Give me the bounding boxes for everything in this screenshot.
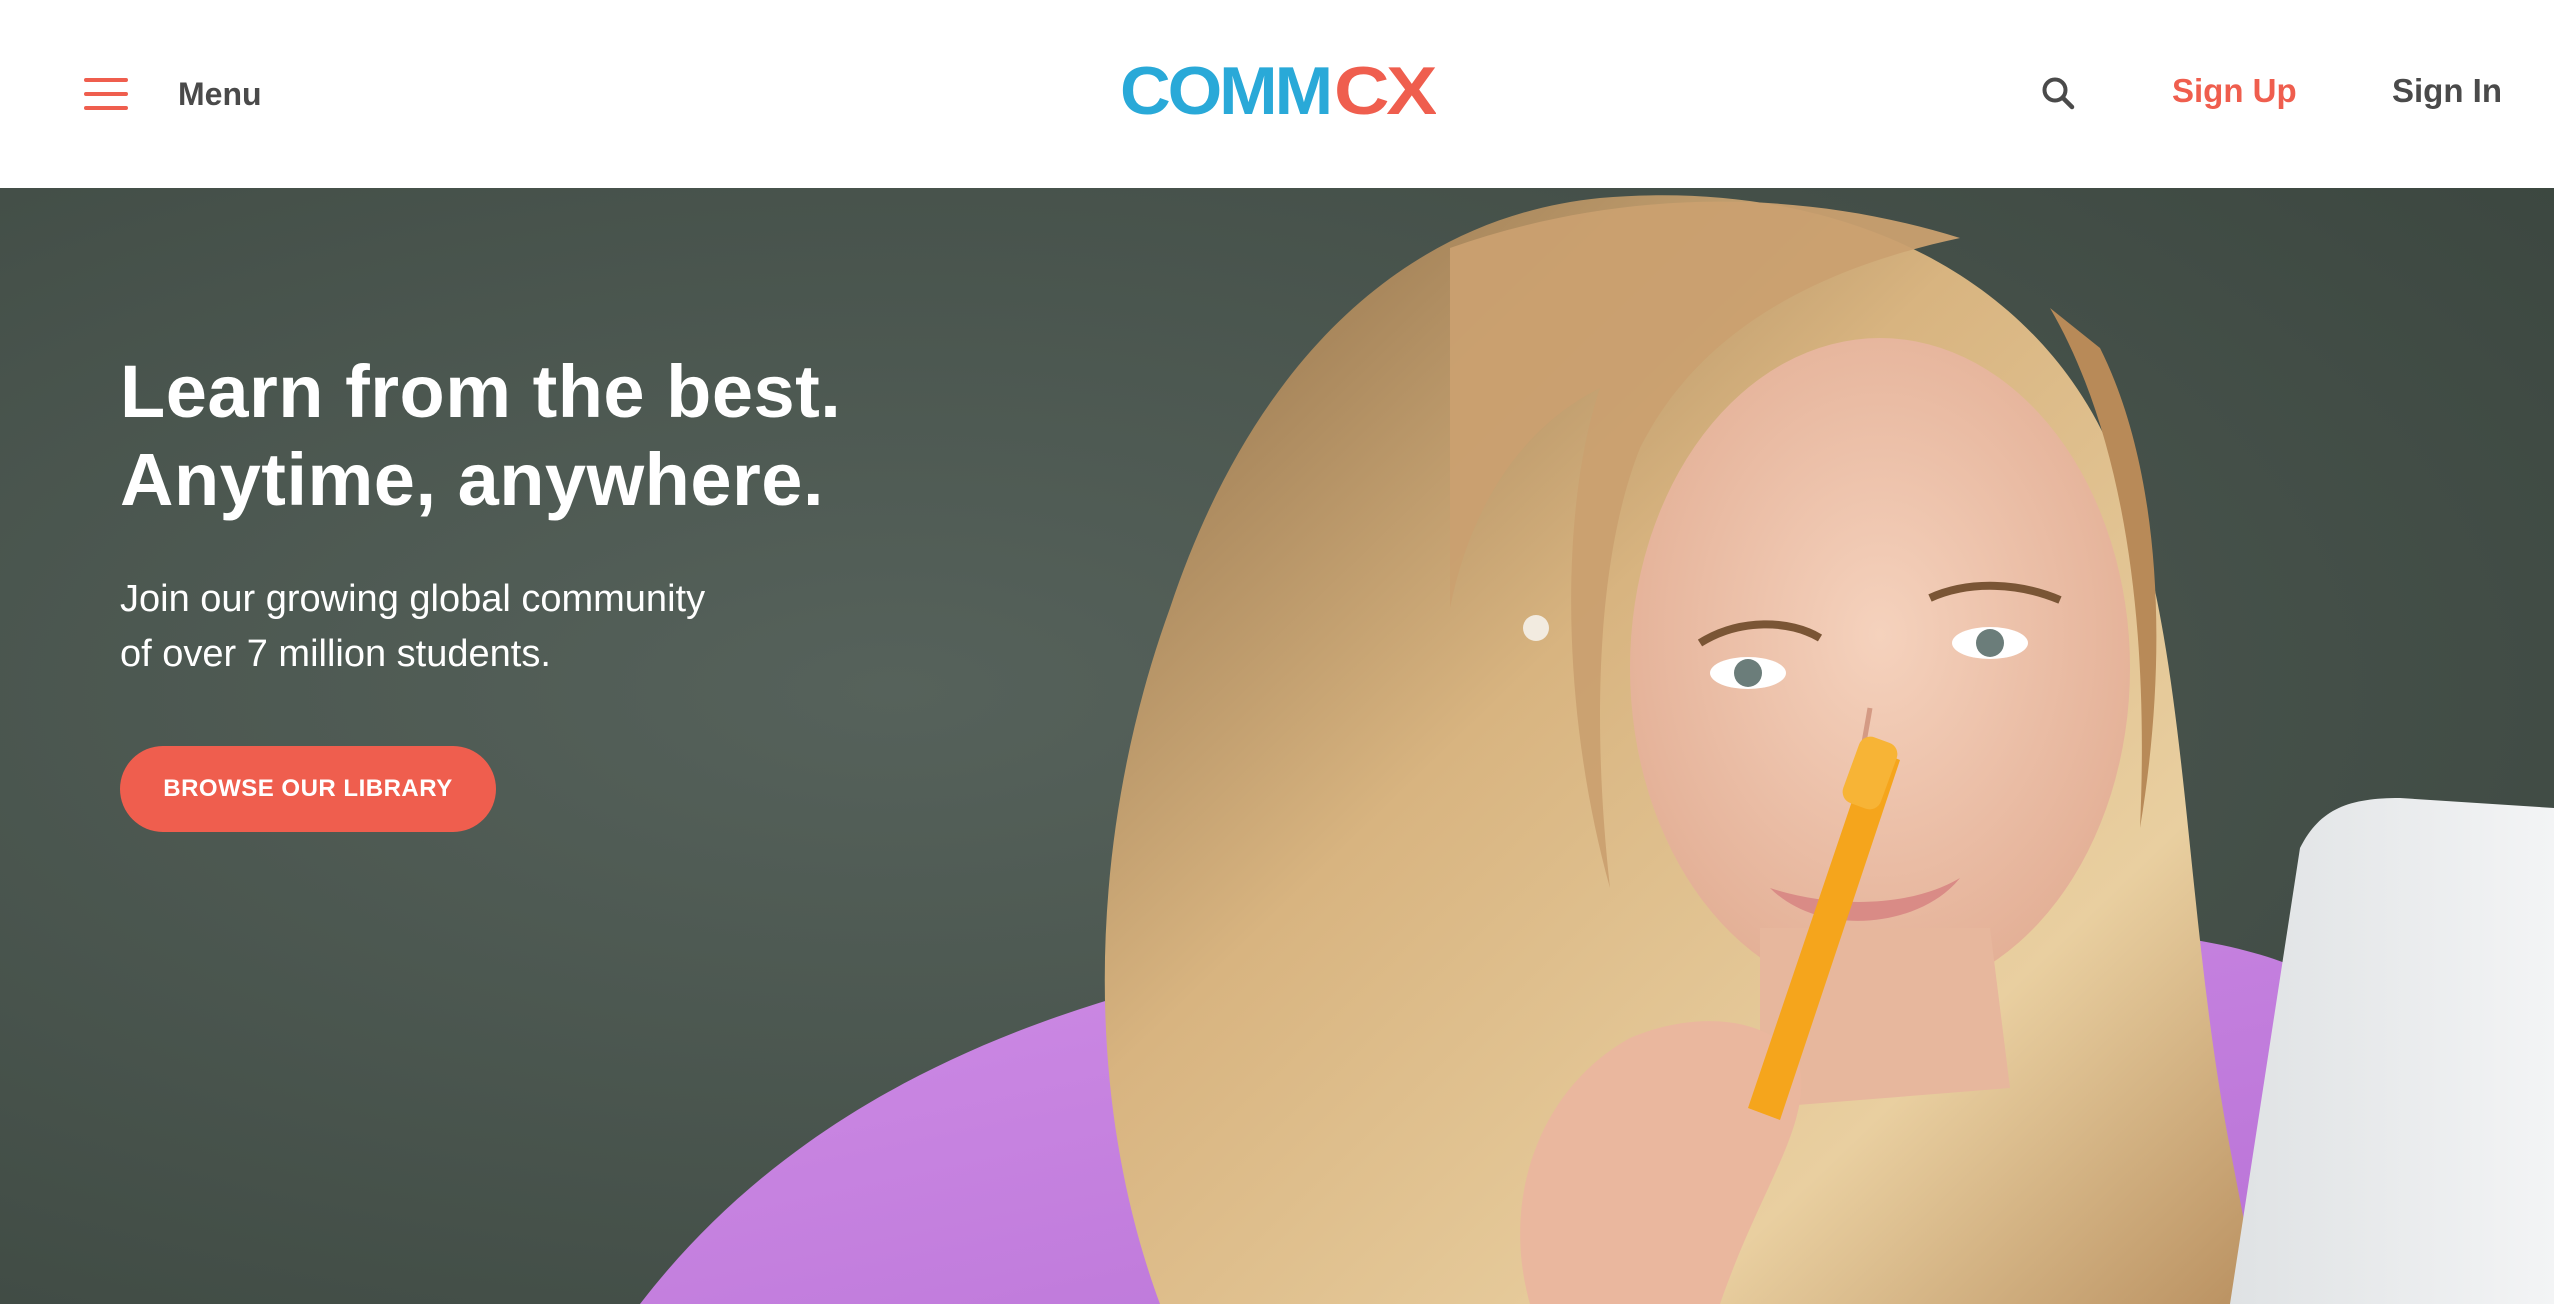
- menu-label[interactable]: Menu: [178, 76, 262, 113]
- logo-text-comm: COMM: [1120, 58, 1330, 124]
- site-header: Menu COMM CX Sign Up Sign In: [0, 0, 2554, 188]
- sign-up-link[interactable]: Sign Up: [2172, 72, 2297, 110]
- hamburger-icon[interactable]: [84, 78, 128, 110]
- logo-text-cx: CX: [1334, 58, 1436, 124]
- sign-in-link[interactable]: Sign In: [2392, 72, 2502, 110]
- menu-button[interactable]: Menu: [84, 72, 262, 116]
- hero-section: Learn from the best. Anytime, anywhere. …: [0, 188, 2554, 1304]
- svg-text:CX: CX: [1334, 58, 1436, 124]
- search-icon[interactable]: [2040, 75, 2076, 111]
- svg-text:COMM: COMM: [1120, 58, 1330, 124]
- hero-headline: Learn from the best. Anytime, anywhere.: [120, 348, 1120, 524]
- commcx-logo[interactable]: COMM CX: [1120, 58, 1436, 124]
- subhead-line-2: of over 7 million students.: [120, 633, 551, 675]
- hero-copy: Learn from the best. Anytime, anywhere. …: [120, 348, 1120, 832]
- browse-library-button[interactable]: BROWSE OUR LIBRARY: [120, 746, 496, 832]
- headline-line-2: Anytime, anywhere.: [120, 438, 825, 521]
- hero-subhead: Join our growing global community of ove…: [120, 572, 880, 682]
- headline-line-1: Learn from the best.: [120, 350, 842, 433]
- subhead-line-1: Join our growing global community: [120, 578, 706, 620]
